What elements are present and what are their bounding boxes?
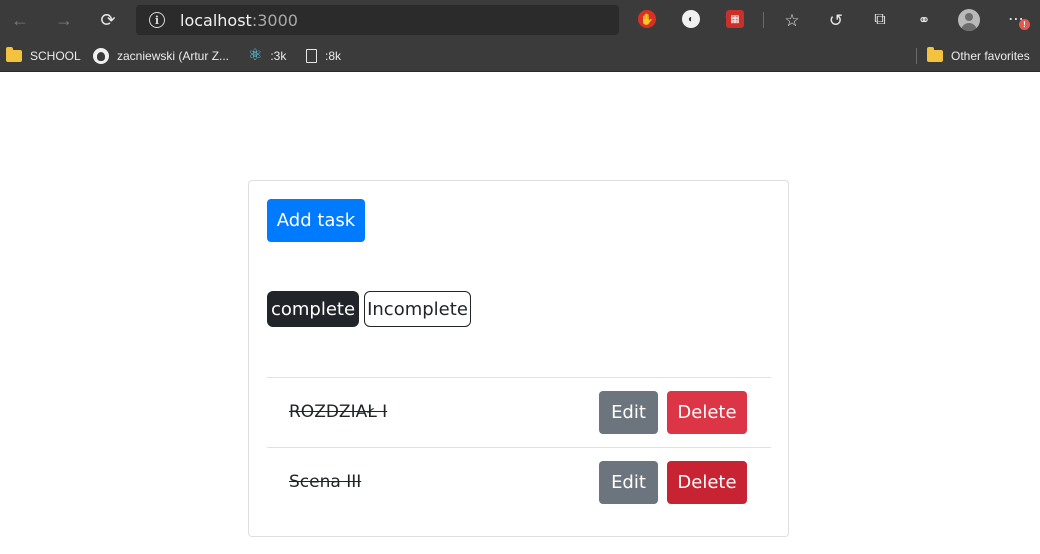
notification-badge: ! <box>1019 19 1030 30</box>
browser-toolbar: ← → ⟳ i localhost:3000 ★ ✋ ◐ ▦ ☆ ↺ ⧉ ⚭ ⋯… <box>0 0 1040 40</box>
filter-complete-button[interactable]: complete <box>267 291 359 327</box>
profile-avatar[interactable] <box>958 9 980 31</box>
refresh-icon[interactable]: ⟳ <box>94 6 122 34</box>
task-row: ROZDZIAŁ I Edit Delete <box>267 377 771 447</box>
bookmark-school[interactable]: SCHOOL <box>6 46 81 66</box>
react-icon: ⚛ <box>248 47 263 64</box>
share-icon[interactable]: ⚭ <box>910 6 938 34</box>
other-favorites[interactable]: Other favorites <box>927 46 1030 66</box>
filter-incomplete-button[interactable]: Incomplete <box>364 291 471 327</box>
bookmark-label: :3k <box>270 49 287 63</box>
address-text[interactable]: localhost:3000 <box>180 11 298 30</box>
back-arrow-icon[interactable]: ← <box>6 6 34 34</box>
task-title[interactable]: Scena III <box>289 472 361 492</box>
bookmark-github[interactable]: zacniewski (Artur Z... <box>93 46 229 66</box>
folder-icon <box>6 47 22 62</box>
page-icon <box>306 49 317 63</box>
bookmark-label: zacniewski (Artur Z... <box>117 49 230 63</box>
folder-icon <box>927 47 943 62</box>
delete-task-button[interactable]: Delete <box>667 391 747 434</box>
github-icon <box>93 48 109 64</box>
task-title[interactable]: ROZDZIAŁ I <box>289 402 387 422</box>
bookmark-label: :8k <box>325 49 342 63</box>
site-info-icon[interactable]: i <box>149 12 165 28</box>
extension-clock-icon[interactable]: ◐ <box>682 10 700 28</box>
collections-icon[interactable]: ⧉ <box>866 6 894 34</box>
delete-task-button[interactable]: Delete <box>667 461 747 504</box>
favorites-icon[interactable]: ☆ <box>778 6 806 34</box>
bookmark-3k[interactable]: ⚛ :3k <box>248 46 286 66</box>
adblock-extension-icon[interactable]: ✋ <box>638 10 656 28</box>
add-task-button[interactable]: Add task <box>267 199 365 242</box>
edit-task-button[interactable]: Edit <box>599 461 658 504</box>
url-host: localhost <box>180 11 252 30</box>
edit-task-button[interactable]: Edit <box>599 391 658 434</box>
address-bar[interactable]: i localhost:3000 ★ <box>136 5 741 35</box>
bookmarks-bar: SCHOOL zacniewski (Artur Z... ⚛ :3k :8k … <box>0 40 1040 72</box>
forward-arrow-icon[interactable]: → <box>50 6 78 34</box>
task-row: Scena III Edit Delete <box>267 447 771 517</box>
bookmark-8k[interactable]: :8k <box>306 46 341 66</box>
todo-card: Add task complete Incomplete ROZDZIAŁ I … <box>248 180 789 537</box>
other-favorites-label: Other favorites <box>951 49 1030 63</box>
history-icon[interactable]: ↺ <box>822 6 850 34</box>
url-port: :3000 <box>251 11 298 30</box>
task-list: ROZDZIAŁ I Edit Delete Scena III Edit De… <box>267 377 771 517</box>
bookmark-label: SCHOOL <box>30 49 81 63</box>
toolbar-divider <box>763 12 764 28</box>
extension-grid-icon[interactable]: ▦ <box>726 10 744 28</box>
bookmarks-divider <box>916 48 917 64</box>
